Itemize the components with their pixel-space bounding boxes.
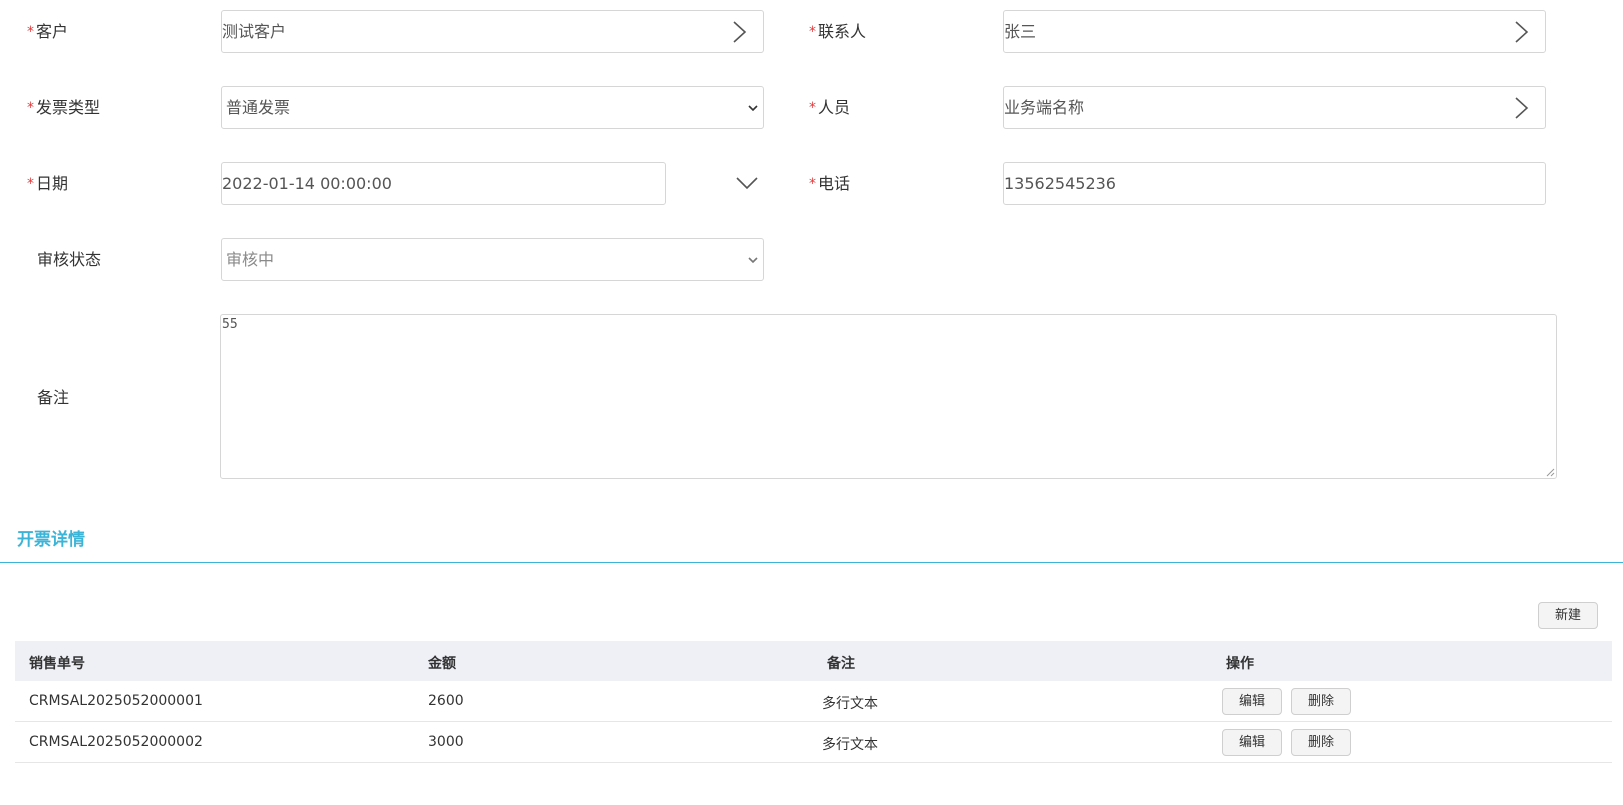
section-title: 开票详情 [17,530,85,550]
contact-picker[interactable]: 张三 [1003,10,1546,53]
amount-cell: 2600 [428,693,464,709]
delete-button[interactable]: 删除 [1291,729,1351,756]
chevron-down-icon [748,105,758,112]
invoice-type-select[interactable]: 普通发票 [221,86,764,129]
resize-grip-icon[interactable] [1545,467,1555,477]
phone-input[interactable]: 13562545236 [1003,162,1546,205]
edit-button[interactable]: 编辑 [1222,729,1282,756]
remark-label: 备注 [37,388,70,407]
chevron-down-icon [748,257,758,264]
chevron-right-icon [733,21,747,43]
invoice-detail-table: 销售单号 金额 备注 操作 CRMSAL2025052000001 2600 多… [15,641,1612,763]
date-input[interactable]: 2022-01-14 00:00:00 [221,162,666,205]
customer-label-text: 客户 [36,22,69,41]
review-status-value: 审核中 [226,250,275,269]
remark-cell: 多行文本 [822,737,878,753]
review-status-label: 审核状态 [37,250,102,269]
invoice-type-value: 普通发票 [226,98,291,117]
phone-label: * 电话 [809,174,850,194]
date-label: * 日期 [27,174,68,194]
order-no-cell: CRMSAL2025052000002 [29,734,203,750]
remark-cell: 多行文本 [822,696,878,712]
required-mark: * [809,100,816,116]
delete-button[interactable]: 删除 [1291,688,1351,715]
remark-value: 55 [222,317,238,332]
review-status-select[interactable]: 审核中 [221,238,764,281]
staff-value: 业务端名称 [1004,98,1085,117]
chevron-right-icon [1515,97,1529,119]
required-mark: * [27,24,34,40]
invoice-type-label-text: 发票类型 [36,98,101,117]
customer-picker[interactable]: 测试客户 [221,10,764,53]
invoice-type-label: * 发票类型 [27,98,100,118]
order-no-cell: CRMSAL2025052000001 [29,693,203,709]
staff-picker[interactable]: 业务端名称 [1003,86,1546,129]
required-mark: * [27,100,34,116]
new-button[interactable]: 新建 [1538,602,1598,629]
table-header: 销售单号 金额 备注 操作 [15,641,1612,681]
date-value: 2022-01-14 00:00:00 [222,174,392,193]
table-row: CRMSAL2025052000002 3000 多行文本 编辑 删除 [15,722,1612,763]
remark-textarea[interactable]: 55 [220,314,1557,479]
amount-cell: 3000 [428,734,464,750]
required-mark: * [27,176,34,192]
section-divider [0,562,1623,563]
edit-button[interactable]: 编辑 [1222,688,1282,715]
phone-value: 13562545236 [1004,174,1116,193]
staff-label-text: 人员 [818,98,851,117]
customer-value: 测试客户 [222,22,287,41]
column-header-actions: 操作 [1226,656,1254,672]
phone-label-text: 电话 [818,174,851,193]
customer-label: * 客户 [27,22,68,42]
contact-label: * 联系人 [809,22,866,42]
required-mark: * [809,24,816,40]
column-header-remark: 备注 [827,656,855,672]
chevron-right-icon [1515,21,1529,43]
column-header-amount: 金额 [428,656,456,672]
required-mark: * [809,176,816,192]
contact-value: 张三 [1004,22,1037,41]
date-dropdown-chevron-down-icon[interactable] [735,175,759,191]
staff-label: * 人员 [809,98,850,118]
date-label-text: 日期 [36,174,69,193]
table-row: CRMSAL2025052000001 2600 多行文本 编辑 删除 [15,681,1612,722]
contact-label-text: 联系人 [818,22,867,41]
column-header-order-no: 销售单号 [29,656,85,672]
